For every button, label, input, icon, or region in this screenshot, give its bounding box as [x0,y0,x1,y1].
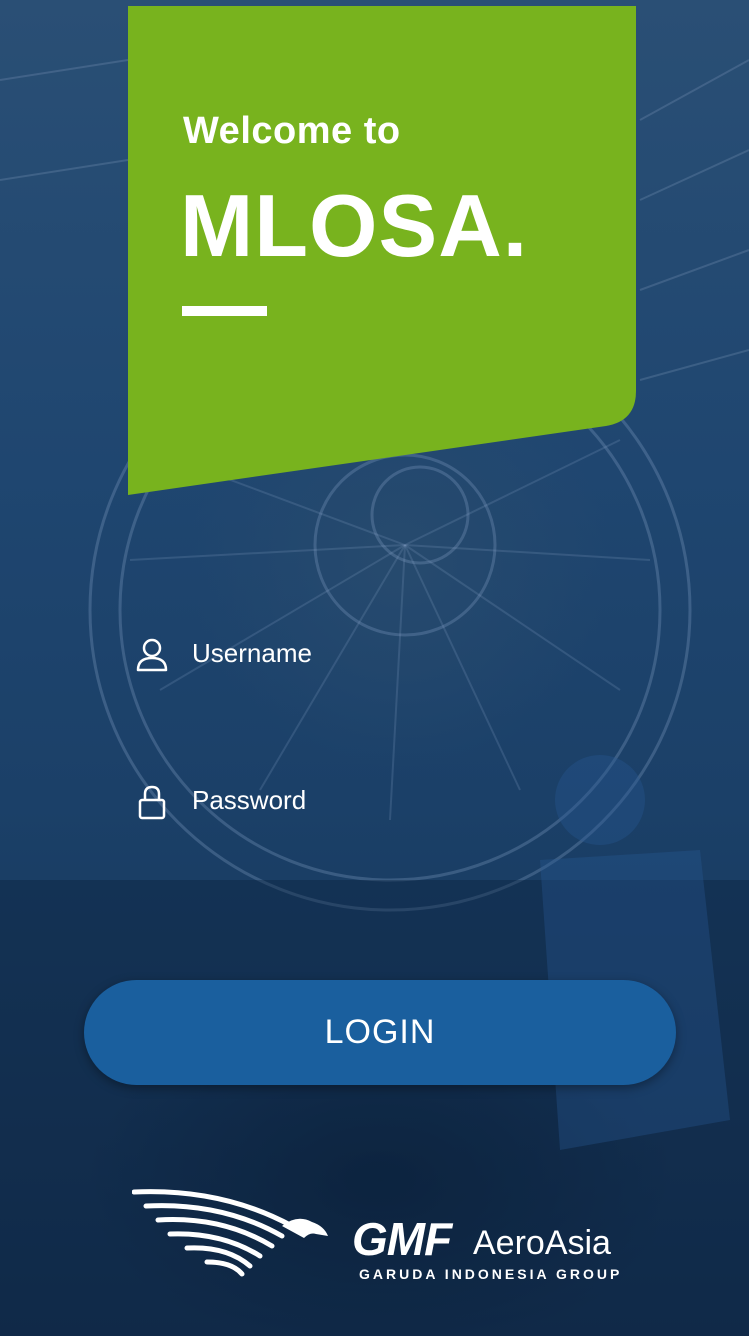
garuda-bird-logo [132,1189,328,1277]
logo-subtitle: GARUDA INDONESIA GROUP [359,1266,623,1282]
lock-icon [138,785,166,820]
username-field[interactable]: Username [135,625,615,685]
login-button[interactable]: LOGIN [84,980,676,1085]
username-label: Username [192,638,312,668]
title-underline [182,306,267,316]
password-label: Password [192,785,307,815]
gmf-logo-text: GMF [352,1213,452,1265]
app-title: MLOSA. [180,176,529,275]
user-icon [136,638,168,672]
welcome-text: Welcome to [183,110,401,152]
password-field[interactable]: Password [135,772,615,832]
aeroasia-logo-text: AeroAsia [473,1224,611,1262]
